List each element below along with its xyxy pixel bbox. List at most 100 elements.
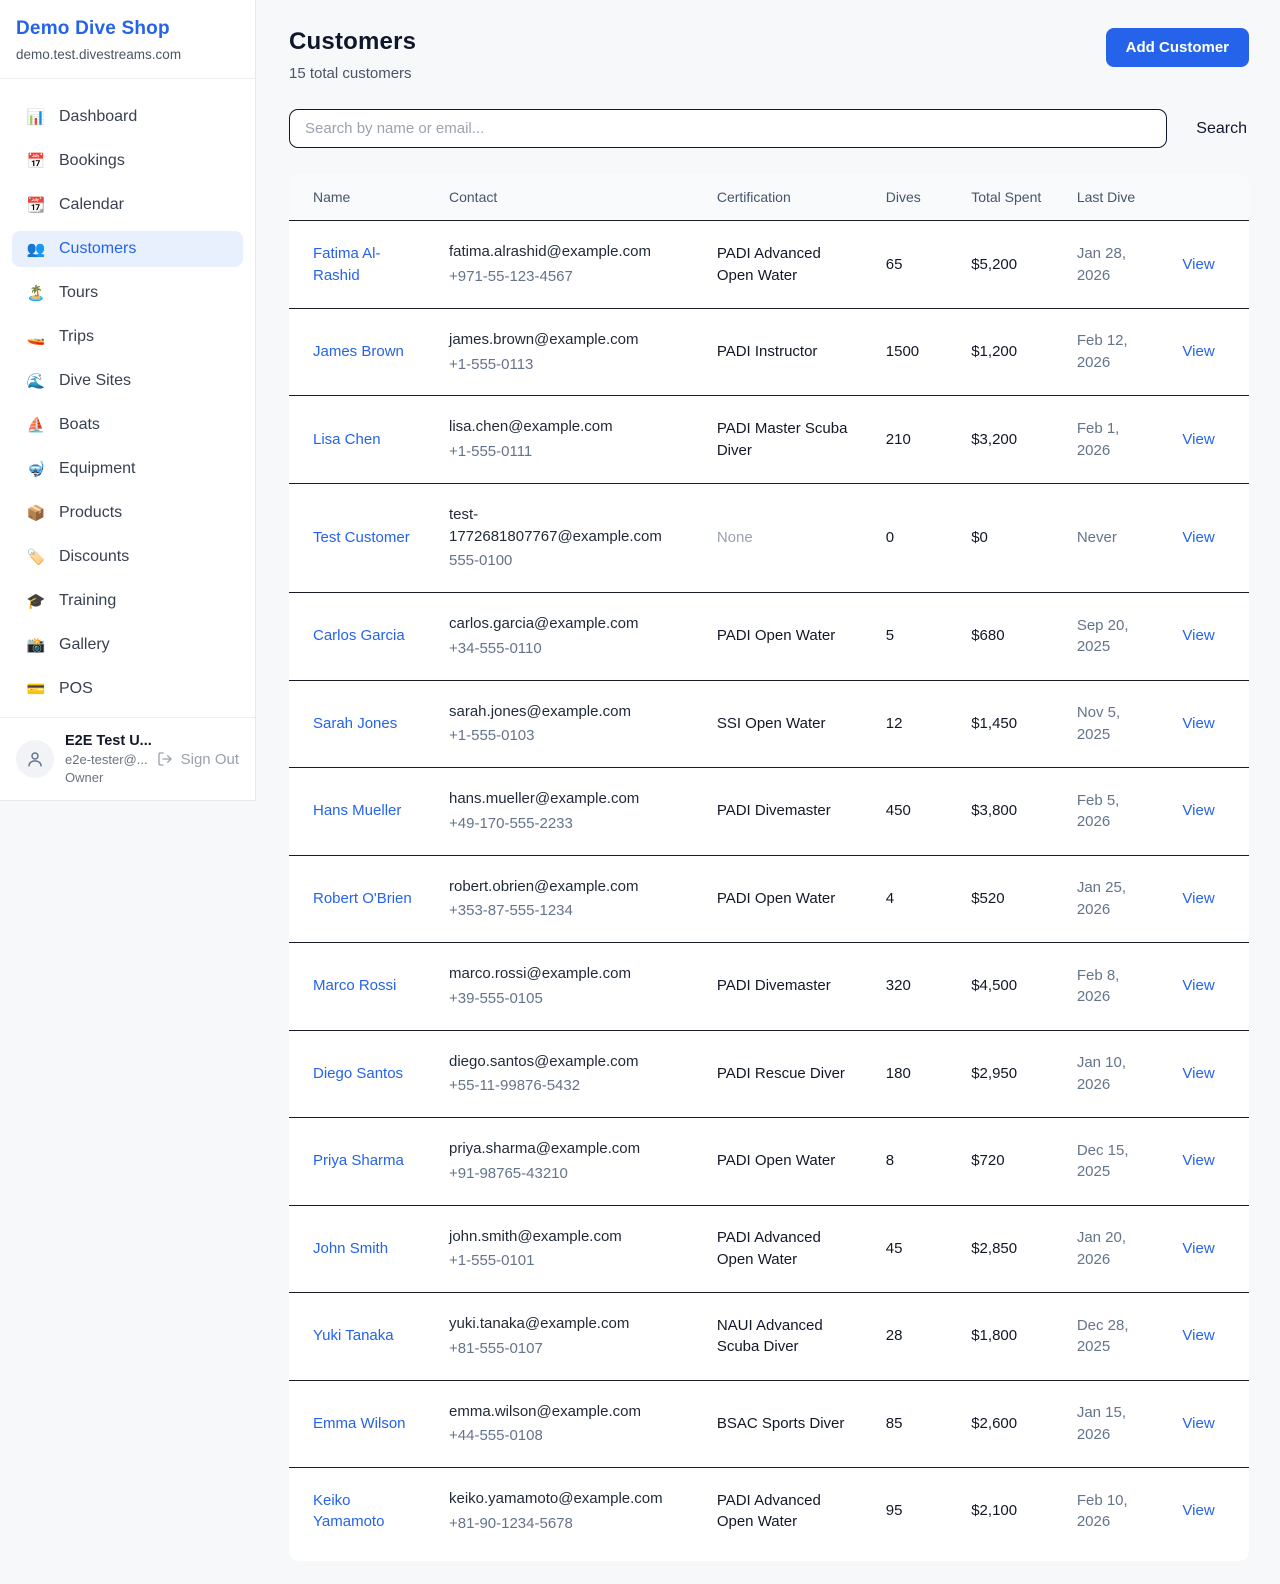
view-customer-link[interactable]: View bbox=[1182, 977, 1214, 994]
customer-email: test-1772681807767@example.com bbox=[449, 504, 685, 548]
total-spent: $4,500 bbox=[971, 977, 1017, 994]
customer-email: hans.mueller@example.com bbox=[449, 788, 685, 810]
sidebar-item-gallery[interactable]: 📸 Gallery bbox=[12, 627, 243, 663]
customer-name-link[interactable]: Keiko Yamamoto bbox=[313, 1490, 417, 1534]
customer-name-link[interactable]: Diego Santos bbox=[313, 1063, 403, 1085]
certification-text: PADI Open Water bbox=[717, 890, 835, 907]
total-spent: $5,200 bbox=[971, 256, 1017, 273]
sidebar-item-pos[interactable]: 💳 POS bbox=[12, 671, 243, 707]
dives-count: 12 bbox=[886, 715, 903, 732]
sidebar-nav: 📊 Dashboard 📅 Bookings 📆 Calendar 👥 Cust… bbox=[0, 79, 255, 717]
sidebar-item-products[interactable]: 📦 Products bbox=[12, 495, 243, 531]
search-button[interactable]: Search bbox=[1194, 116, 1249, 142]
customer-name-link[interactable]: Lisa Chen bbox=[313, 429, 381, 451]
table-header-row: NameContactCertificationDivesTotal Spent… bbox=[289, 174, 1249, 221]
view-customer-link[interactable]: View bbox=[1182, 627, 1214, 644]
sidebar-item-tours[interactable]: 🏝️ Tours bbox=[12, 275, 243, 311]
dives-count: 45 bbox=[886, 1240, 903, 1257]
table-row: Diego Santos diego.santos@example.com +5… bbox=[289, 1030, 1249, 1118]
sidebar-item-dashboard[interactable]: 📊 Dashboard bbox=[12, 99, 243, 135]
customer-name-link[interactable]: Fatima Al-Rashid bbox=[313, 243, 417, 287]
sign-out-button[interactable]: Sign Out bbox=[157, 751, 239, 768]
column-header-dives: Dives bbox=[870, 174, 955, 221]
sidebar-item-customers[interactable]: 👥 Customers bbox=[12, 231, 243, 267]
customer-name-link[interactable]: Marco Rossi bbox=[313, 975, 396, 997]
user-info: E2E Test U... e2e-tester@... Owner bbox=[65, 733, 146, 785]
customer-count: 15 total customers bbox=[289, 65, 416, 82]
search-input[interactable] bbox=[289, 109, 1167, 148]
total-spent: $2,950 bbox=[971, 1065, 1017, 1082]
customer-phone: +49-170-555-2233 bbox=[449, 813, 685, 835]
table-row: Marco Rossi marco.rossi@example.com +39-… bbox=[289, 943, 1249, 1031]
table-row: Sarah Jones sarah.jones@example.com +1-5… bbox=[289, 680, 1249, 768]
customer-name-link[interactable]: Carlos Garcia bbox=[313, 625, 405, 647]
certification-text: PADI Advanced Open Water bbox=[717, 245, 821, 284]
table-row: Fatima Al-Rashid fatima.alrashid@example… bbox=[289, 221, 1249, 309]
dive-sites-icon: 🌊 bbox=[26, 374, 46, 389]
view-customer-link[interactable]: View bbox=[1182, 1065, 1214, 1082]
customer-name-link[interactable]: Sarah Jones bbox=[313, 713, 397, 735]
view-customer-link[interactable]: View bbox=[1182, 1502, 1214, 1519]
customer-name-link[interactable]: Hans Mueller bbox=[313, 800, 401, 822]
customer-email: marco.rossi@example.com bbox=[449, 963, 685, 985]
view-customer-link[interactable]: View bbox=[1182, 1415, 1214, 1432]
total-spent: $3,200 bbox=[971, 431, 1017, 448]
sidebar-item-trips[interactable]: 🚤 Trips bbox=[12, 319, 243, 355]
sidebar-item-discounts[interactable]: 🏷️ Discounts bbox=[12, 539, 243, 575]
add-customer-button[interactable]: Add Customer bbox=[1106, 28, 1249, 67]
customer-name-link[interactable]: Yuki Tanaka bbox=[313, 1325, 394, 1347]
dashboard-icon: 📊 bbox=[26, 110, 46, 125]
sidebar-item-dive-sites[interactable]: 🌊 Dive Sites bbox=[12, 363, 243, 399]
user-box: E2E Test U... e2e-tester@... Owner Sign … bbox=[0, 717, 255, 800]
total-spent: $1,450 bbox=[971, 715, 1017, 732]
customer-name-link[interactable]: James Brown bbox=[313, 341, 404, 363]
total-spent: $0 bbox=[971, 529, 988, 546]
avatar bbox=[16, 740, 54, 778]
brand-block: Demo Dive Shop demo.test.divestreams.com bbox=[0, 0, 255, 79]
customer-name-link[interactable]: Test Customer bbox=[313, 527, 410, 549]
sidebar-item-boats[interactable]: ⛵ Boats bbox=[12, 407, 243, 443]
products-icon: 📦 bbox=[26, 506, 46, 521]
customer-phone: +81-555-0107 bbox=[449, 1338, 685, 1360]
customer-phone: +1-555-0101 bbox=[449, 1250, 685, 1272]
certification-text: PADI Open Water bbox=[717, 627, 835, 644]
user-icon bbox=[26, 750, 44, 768]
view-customer-link[interactable]: View bbox=[1182, 343, 1214, 360]
dives-count: 1500 bbox=[886, 343, 919, 360]
user-name: E2E Test U... bbox=[65, 733, 146, 749]
last-dive-date: Jan 25, 2026 bbox=[1077, 879, 1126, 918]
last-dive-date: Jan 10, 2026 bbox=[1077, 1054, 1126, 1093]
dives-count: 85 bbox=[886, 1415, 903, 1432]
sidebar-item-training[interactable]: 🎓 Training bbox=[12, 583, 243, 619]
view-customer-link[interactable]: View bbox=[1182, 890, 1214, 907]
dives-count: 320 bbox=[886, 977, 911, 994]
customer-name-link[interactable]: Robert O'Brien bbox=[313, 888, 412, 910]
column-header-actions bbox=[1166, 174, 1249, 221]
user-role: Owner bbox=[65, 770, 146, 785]
customer-phone: +39-555-0105 bbox=[449, 988, 685, 1010]
sidebar-item-equipment[interactable]: 🤿 Equipment bbox=[12, 451, 243, 487]
page-title: Customers bbox=[289, 28, 416, 56]
last-dive-date: Dec 28, 2025 bbox=[1077, 1317, 1129, 1356]
view-customer-link[interactable]: View bbox=[1182, 256, 1214, 273]
view-customer-link[interactable]: View bbox=[1182, 1152, 1214, 1169]
view-customer-link[interactable]: View bbox=[1182, 529, 1214, 546]
table-row: Test Customer test-1772681807767@example… bbox=[289, 483, 1249, 592]
certification-text: SSI Open Water bbox=[717, 715, 826, 732]
table-row: Lisa Chen lisa.chen@example.com +1-555-0… bbox=[289, 396, 1249, 484]
view-customer-link[interactable]: View bbox=[1182, 431, 1214, 448]
shop-name: Demo Dive Shop bbox=[16, 18, 239, 40]
sidebar-item-bookings[interactable]: 📅 Bookings bbox=[12, 143, 243, 179]
customer-name-link[interactable]: John Smith bbox=[313, 1238, 388, 1260]
customer-phone: +34-555-0110 bbox=[449, 638, 685, 660]
customer-name-link[interactable]: Emma Wilson bbox=[313, 1413, 406, 1435]
view-customer-link[interactable]: View bbox=[1182, 802, 1214, 819]
view-customer-link[interactable]: View bbox=[1182, 1327, 1214, 1344]
last-dive-date: Feb 10, 2026 bbox=[1077, 1492, 1128, 1531]
view-customer-link[interactable]: View bbox=[1182, 715, 1214, 732]
view-customer-link[interactable]: View bbox=[1182, 1240, 1214, 1257]
total-spent: $720 bbox=[971, 1152, 1004, 1169]
sidebar-item-calendar[interactable]: 📆 Calendar bbox=[12, 187, 243, 223]
customer-name-link[interactable]: Priya Sharma bbox=[313, 1150, 404, 1172]
last-dive-date: Never bbox=[1077, 529, 1117, 546]
